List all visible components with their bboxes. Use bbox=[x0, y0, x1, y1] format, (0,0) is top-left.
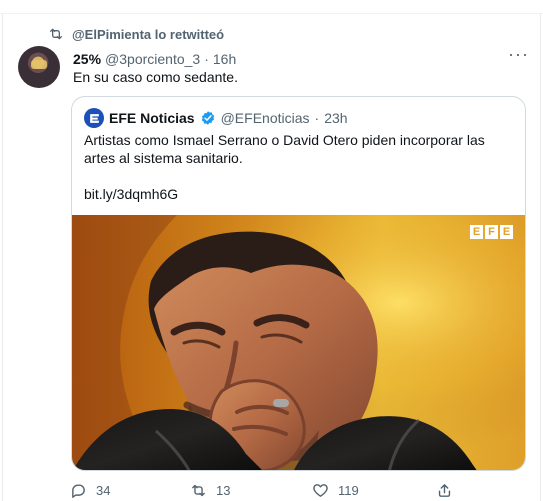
share-icon bbox=[438, 484, 451, 497]
verified-icon bbox=[200, 110, 216, 126]
tweet-text: En su caso como sedante. bbox=[73, 69, 238, 85]
retweet-context[interactable]: @ElPimienta lo retwitteó bbox=[48, 26, 224, 42]
reply-button[interactable]: 34 bbox=[70, 482, 110, 499]
quote-photo[interactable]: E F E bbox=[72, 215, 525, 470]
tweet-time[interactable]: 16h bbox=[213, 50, 236, 68]
quote-link[interactable]: bit.ly/3dqmh6G bbox=[84, 185, 514, 203]
quoted-tweet-card[interactable]: EFE Noticias @EFEnoticias · 23h Artistas… bbox=[71, 96, 526, 471]
author-name[interactable]: 25% bbox=[73, 50, 101, 68]
author-handle[interactable]: @3porciento_3 bbox=[105, 50, 200, 68]
quote-body: Artistas como Ismael Serrano o David Ote… bbox=[84, 131, 514, 203]
quote-text: Artistas como Ismael Serrano o David Ote… bbox=[84, 132, 485, 166]
quote-separator: · bbox=[314, 110, 320, 126]
reply-icon bbox=[72, 484, 85, 498]
share-button[interactable] bbox=[436, 482, 453, 499]
reply-count: 34 bbox=[96, 483, 111, 498]
efe-watermark: E F E bbox=[470, 225, 513, 239]
efe-avatar[interactable] bbox=[84, 108, 104, 128]
quote-author-handle[interactable]: @EFEnoticias bbox=[221, 110, 310, 126]
retweet-icon bbox=[50, 28, 62, 40]
retweet-icon bbox=[192, 484, 205, 497]
retweet-label: @ElPimienta lo retwitteó bbox=[72, 26, 225, 42]
like-icon bbox=[313, 484, 328, 497]
efe-watermark-letter: E bbox=[500, 225, 513, 239]
tweet-actions: 34 13 119 bbox=[70, 482, 540, 500]
retweet-count: 13 bbox=[216, 483, 231, 498]
quote-header: EFE Noticias @EFEnoticias · 23h bbox=[84, 108, 348, 128]
news-photo bbox=[72, 215, 525, 470]
efe-watermark-letter: F bbox=[485, 225, 498, 239]
efe-watermark-letter: E bbox=[470, 225, 483, 239]
retweet-button[interactable]: 13 bbox=[190, 482, 230, 499]
timeline-left-border bbox=[0, 14, 3, 501]
quote-author-name[interactable]: EFE Noticias bbox=[109, 110, 195, 126]
like-button[interactable]: 119 bbox=[312, 482, 359, 499]
avatar[interactable] bbox=[18, 46, 60, 88]
like-count: 119 bbox=[338, 483, 359, 498]
efe-logo-icon bbox=[89, 113, 99, 123]
more-icon[interactable]: ··· bbox=[508, 45, 528, 64]
header-separator: · bbox=[204, 51, 209, 67]
window-top-edge bbox=[0, 0, 543, 14]
quote-time[interactable]: 23h bbox=[324, 110, 347, 126]
tweet-header: 25% @3porciento_3 · 16h bbox=[73, 50, 236, 68]
